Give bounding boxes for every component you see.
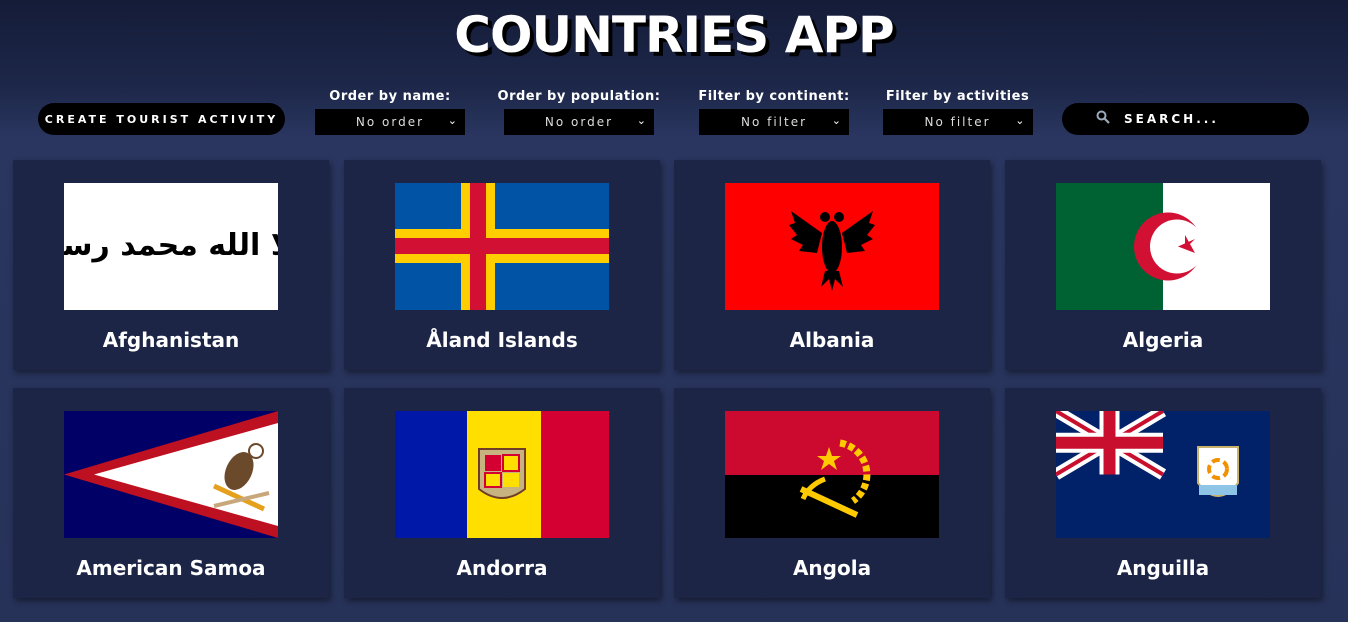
order-by-name-filter: Order by name: No order ⌄ — [315, 89, 465, 135]
search-input[interactable]: SEARCH... — [1062, 103, 1309, 135]
country-card-american-samoa[interactable]: American Samoa — [13, 388, 329, 598]
create-activity-button[interactable]: CREATE TOURIST ACTIVITY — [38, 103, 285, 135]
order-by-population-value: No order — [544, 115, 614, 129]
chevron-down-icon: ⌄ — [1015, 114, 1027, 127]
country-name: Algeria — [1122, 328, 1204, 352]
country-name: Åland Islands — [426, 328, 578, 352]
filter-by-activities-filter: Filter by activities No filter ⌄ — [880, 89, 1035, 135]
svg-text:لا إله إلا الله محمد رسول الله: لا إله إلا الله محمد رسول الله — [64, 228, 278, 263]
country-card-albania[interactable]: Albania — [674, 160, 990, 370]
country-name: Afghanistan — [102, 328, 240, 352]
order-by-name-select[interactable]: No order ⌄ — [315, 109, 465, 135]
filter-by-activities-select[interactable]: No filter ⌄ — [882, 109, 1033, 135]
search-placeholder: SEARCH... — [1124, 112, 1219, 126]
order-by-name-label: Order by name: — [329, 89, 451, 104]
country-name: Albania — [789, 328, 875, 352]
flag-image — [395, 183, 609, 310]
country-name: Andorra — [456, 556, 548, 580]
flag-image — [64, 411, 278, 538]
flag-image — [1056, 183, 1270, 310]
search-icon — [1096, 110, 1110, 124]
country-name: Angola — [792, 556, 872, 580]
order-by-population-label: Order by population: — [497, 89, 661, 104]
filter-by-continent-label: Filter by continent: — [698, 89, 850, 104]
order-by-population-select[interactable]: No order ⌄ — [504, 109, 654, 135]
country-name: American Samoa — [76, 556, 266, 580]
flag-image — [725, 183, 939, 310]
flag-image — [1056, 411, 1270, 538]
filter-by-continent-filter: Filter by continent: No filter ⌄ — [694, 89, 854, 135]
flag-image — [395, 411, 609, 538]
filter-by-continent-select[interactable]: No filter ⌄ — [699, 109, 849, 135]
chevron-down-icon: ⌄ — [831, 114, 843, 127]
country-card-aland-islands[interactable]: Åland Islands — [344, 160, 660, 370]
app-title: COUNTRIES APP — [454, 6, 894, 64]
order-by-name-value: No order — [355, 115, 425, 129]
chevron-down-icon: ⌄ — [636, 114, 648, 127]
country-card-afghanistan[interactable]: لا إله إلا الله محمد رسول الله Afghanist… — [13, 160, 329, 370]
country-card-andorra[interactable]: Andorra — [344, 388, 660, 598]
flag-image: لا إله إلا الله محمد رسول الله — [64, 183, 278, 310]
country-card-algeria[interactable]: Algeria — [1005, 160, 1321, 370]
country-name: Anguilla — [1116, 556, 1210, 580]
country-card-anguilla[interactable]: Anguilla — [1005, 388, 1321, 598]
flag-image — [725, 411, 939, 538]
chevron-down-icon: ⌄ — [447, 114, 459, 127]
filter-by-activities-value: No filter — [924, 115, 991, 129]
filter-by-activities-label: Filter by activities — [885, 89, 1030, 104]
filter-by-continent-value: No filter — [740, 115, 808, 129]
country-card-angola[interactable]: Angola — [674, 388, 990, 598]
order-by-population-filter: Order by population: No order ⌄ — [494, 89, 664, 135]
